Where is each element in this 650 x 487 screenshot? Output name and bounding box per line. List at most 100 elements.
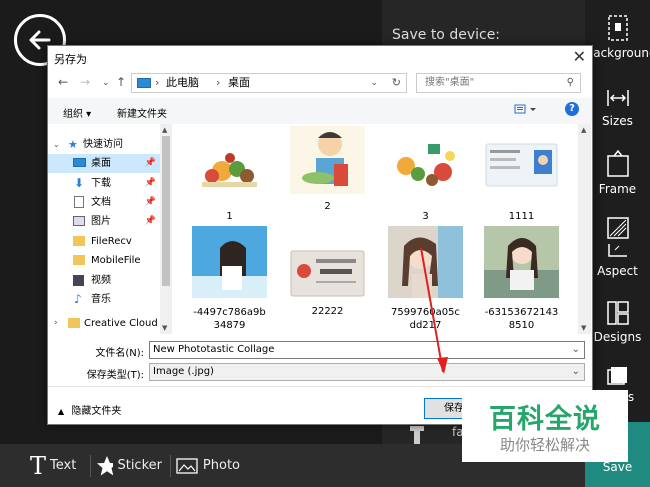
chevron-right-icon[interactable]: › [54,314,58,333]
nav-desktop[interactable]: 桌面 📌 [48,154,160,173]
nav-label: 下载 [91,178,111,189]
photo-label: Photo [202,458,240,473]
nav-quick-access[interactable]: ⌄ ★ 快速访问 [48,135,160,154]
filetype-select[interactable]: Image (.jpg) ⌄ [149,363,585,381]
organize-button[interactable]: 组织 ▾ [63,105,91,120]
file-name: 22222 [311,306,344,317]
aspect-button[interactable]: Aspect [585,216,650,278]
sticker-button[interactable]: Sticker [96,444,171,487]
forward-arrow-icon[interactable]: → [80,75,90,89]
image-thumbnail [484,136,559,194]
hide-folders-toggle[interactable]: ▲ 隐藏文件夹 [58,402,121,417]
close-button[interactable]: ✕ [573,47,586,66]
document-icon [74,196,84,208]
file-item[interactable]: 2 [290,126,365,213]
nav-mobilefile[interactable]: MobileFile [48,251,160,270]
back-arrow-icon[interactable]: ← [58,75,68,89]
background-label: Background [585,46,650,60]
nav-label: 图片 [91,216,111,227]
pin-icon[interactable]: 📌 [145,193,156,212]
search-placeholder: 搜索"桌面" [425,77,475,88]
pin-icon[interactable]: 📌 [145,154,156,173]
new-folder-button[interactable]: 新建文件夹 [117,105,167,120]
recent-dropdown-icon[interactable]: ⌄ [102,78,110,88]
chevron-down-icon[interactable]: ⌄ [53,135,60,154]
photo-icon [176,457,198,474]
nav-documents[interactable]: 文档 📌 [48,193,160,212]
background-button[interactable]: Background [585,14,650,60]
file-item[interactable]: 22222 [290,249,365,318]
sizes-button[interactable]: Sizes [585,86,650,128]
nav-filerecv[interactable]: FileRecv [48,232,160,251]
chevron-down-icon[interactable]: ⌄ [572,342,580,358]
scroll-thumb[interactable] [162,136,170,286]
image-thumbnail [192,136,267,194]
up-arrow-icon[interactable]: ↑ [116,75,126,89]
nav-music[interactable]: ♪ 音乐 [48,290,160,309]
nav-label: 音乐 [91,294,111,305]
file-item[interactable]: 7599760a05cdd217 [388,226,463,332]
image-thumbnail [192,226,267,298]
text-icon: T [30,451,47,480]
filetype-value: Image (.jpg) [153,366,214,377]
text-label: Text [50,458,77,473]
nav-scrollbar[interactable]: ▲ ▼ [160,124,172,334]
file-item[interactable]: 1 [192,136,267,223]
background-icon [607,15,628,41]
watermark: 百科全说 助你轻松解决 [462,390,628,462]
frame-button[interactable]: Frame [585,150,650,196]
nav-label: 文档 [91,197,111,208]
chevron-down-icon[interactable]: ⌄ [572,364,580,380]
file-item[interactable]: 3 [388,136,463,223]
address-bar[interactable]: › 此电脑 › 桌面 ⌄ ↻ [131,73,407,93]
breadcrumb-this-pc[interactable]: 此电脑 [166,74,199,92]
file-item[interactable]: -4497c786a9b34879 [192,226,267,332]
phototastic-app: Save to device: fa 5 Background Sizes Fr… [0,0,650,487]
pin-icon[interactable]: 📌 [145,174,156,193]
image-thumbnail [388,226,463,298]
star-icon [97,455,114,475]
chevron-down-icon[interactable]: ⌄ [370,74,378,92]
frame-icon [606,150,629,177]
music-icon: ♪ [74,292,82,306]
view-icon[interactable] [514,103,538,118]
dialog-title: 另存为 [54,53,87,66]
frame-label: Frame [598,182,637,196]
sizes-label: Sizes [602,114,633,128]
search-input[interactable]: 搜索"桌面" ⚲ [416,73,581,93]
file-name: -4497c786a9b34879 [193,307,266,331]
video-icon [73,275,84,286]
filetype-label: 保存类型(T): [86,370,144,381]
photo-button[interactable]: Photo [176,444,240,487]
file-name: 1111 [508,211,535,222]
file-name: 3 [422,211,429,222]
divider [90,455,91,477]
filename-input[interactable]: New Phototastic Collage ⌄ [149,341,585,359]
save-label: Save [602,460,633,474]
image-thumbnail [290,249,365,298]
designs-button[interactable]: Designs [585,300,650,344]
nav-pictures[interactable]: 图片 📌 [48,212,160,231]
nav-creative-cloud[interactable]: › Creative Cloud F [48,314,167,333]
pin-icon[interactable]: 📌 [145,212,156,231]
file-item[interactable]: 1111 [484,136,559,223]
breadcrumb-desktop[interactable]: 桌面 [228,74,250,92]
address-row: ← → ⌄ ↑ › 此电脑 › 桌面 ⌄ ↻ 搜索"桌面" ⚲ [48,70,592,96]
image-thumbnail [484,226,559,298]
pictures-icon [73,216,85,226]
desktop-icon [73,158,86,167]
watermark-title: 百科全说 [489,404,601,435]
nav-label: MobileFile [91,255,141,266]
refresh-icon[interactable]: ↻ [392,74,401,92]
nav-videos[interactable]: 视频 [48,271,160,290]
nav-label: FileRecv [91,236,132,247]
filename-value: New Phototastic Collage [153,344,275,355]
help-icon[interactable]: ? [565,102,579,116]
nav-downloads[interactable]: ⬇ 下载 📌 [48,174,160,193]
text-button[interactable]: T Text [30,444,91,487]
file-name: 2 [324,201,331,212]
file-item[interactable]: -631536721438510 [484,226,559,332]
folder-icon [73,255,85,265]
content-scrollbar[interactable]: ▲ ▼ [578,124,591,334]
download-icon: ⬇ [74,176,85,190]
